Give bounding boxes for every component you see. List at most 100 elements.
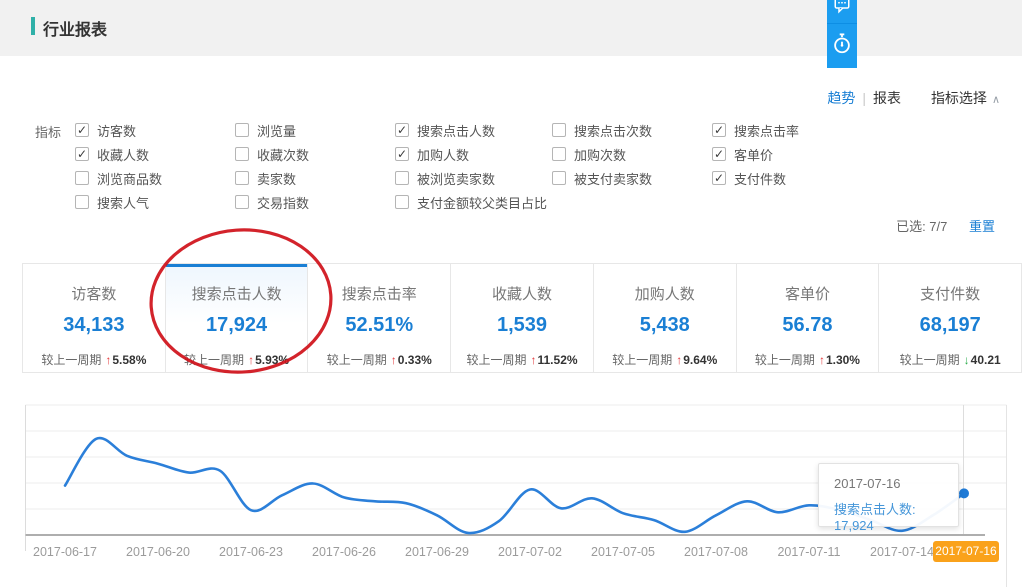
tab-report[interactable]: 报表	[873, 90, 901, 106]
compare-change: 1.30%	[826, 353, 860, 367]
view-switch-divider: |	[862, 90, 866, 106]
metric-checkbox-1-3[interactable]: 交易指数	[235, 193, 309, 211]
title-accent-bar	[31, 17, 35, 35]
card-compare: 较上一周期↑1.30%	[737, 351, 879, 368]
checkbox-label: 卖家数	[257, 169, 296, 188]
checkbox-label: 收藏次数	[257, 145, 309, 164]
checkbox-icon	[235, 171, 249, 185]
compare-label: 较上一周期	[184, 353, 244, 367]
metric-select-button[interactable]: 指标选择∧	[931, 90, 1000, 106]
compare-label: 较上一周期	[612, 353, 672, 367]
card-title: 访客数	[23, 283, 165, 304]
x-tick-9: 2017-07-14	[870, 545, 934, 559]
metric-checkbox-2-1[interactable]: ✓ 加购人数	[395, 145, 469, 163]
metric-checkbox-1-1[interactable]: 收藏次数	[235, 145, 309, 163]
checkbox-label: 被浏览卖家数	[417, 169, 495, 188]
checkbox-label: 搜索点击人数	[417, 121, 495, 140]
trend-arrow-icon: ↑	[248, 353, 254, 367]
x-tick-8: 2017-07-11	[777, 545, 840, 559]
feedback-button[interactable]	[827, 0, 857, 24]
trend-arrow-icon: ↓	[964, 353, 970, 367]
time-button[interactable]	[827, 24, 857, 68]
metric-checkbox-1-0[interactable]: 浏览量	[235, 121, 296, 139]
metric-checkbox-2-3[interactable]: 支付金额较父类目占比	[395, 193, 547, 211]
metric-card-5[interactable]: 客单价 56.78 较上一周期↑1.30%	[737, 264, 880, 372]
metric-checkbox-4-2[interactable]: ✓ 支付件数	[712, 169, 786, 187]
card-compare: 较上一周期↑0.33%	[308, 351, 450, 368]
page-title: 行业报表	[43, 16, 107, 40]
metric-cards-row: 访客数 34,133 较上一周期↑5.58% 搜索点击人数 17,924 较上一…	[22, 263, 1022, 373]
metric-checkbox-0-3[interactable]: 搜索人气	[75, 193, 149, 211]
metric-checkbox-3-1[interactable]: 加购次数	[552, 145, 626, 163]
checkbox-label: 加购人数	[417, 145, 469, 164]
checkbox-icon	[552, 171, 566, 185]
card-title: 搜索点击率	[308, 283, 450, 304]
checkbox-label: 搜索人气	[97, 193, 149, 212]
metrics-group-label: 指标	[35, 122, 61, 141]
metric-card-3[interactable]: 收藏人数 1,539 较上一周期↑11.52%	[451, 264, 594, 372]
selection-summary: 已选: 7/7 重置	[0, 216, 995, 235]
metric-checkbox-4-1[interactable]: ✓ 客单价	[712, 145, 773, 163]
metric-card-2[interactable]: 搜索点击率 52.51% 较上一周期↑0.33%	[308, 264, 451, 372]
compare-label: 较上一周期	[466, 353, 526, 367]
last-point-marker	[959, 488, 969, 498]
card-value: 56.78	[737, 314, 879, 337]
checkbox-label: 客单价	[734, 145, 773, 164]
card-title: 收藏人数	[451, 283, 593, 304]
checkbox-icon: ✓	[712, 123, 726, 137]
view-switch-row: 趋势 | 报表 指标选择∧	[0, 88, 1000, 108]
card-title: 客单价	[737, 283, 879, 304]
checkbox-icon	[235, 147, 249, 161]
metric-checkbox-1-2[interactable]: 卖家数	[235, 169, 296, 187]
metric-card-1[interactable]: 搜索点击人数 17,924 较上一周期↑5.93%	[166, 264, 309, 372]
checkbox-label: 支付件数	[734, 169, 786, 188]
card-value: 52.51%	[308, 314, 450, 337]
checkbox-icon: ✓	[75, 123, 89, 137]
card-title: 加购人数	[594, 283, 736, 304]
metric-checkbox-4-0[interactable]: ✓ 搜索点击率	[712, 121, 799, 139]
checkbox-label: 搜索点击率	[734, 121, 799, 140]
x-tick-3: 2017-06-26	[312, 545, 376, 559]
x-tick-5: 2017-07-02	[498, 545, 562, 559]
checkbox-icon	[395, 171, 409, 185]
compare-change: 9.64%	[683, 353, 717, 367]
checkbox-icon: ✓	[395, 147, 409, 161]
checkbox-icon	[75, 171, 89, 185]
card-title: 搜索点击人数	[166, 283, 308, 304]
card-value: 68,197	[879, 314, 1021, 337]
metric-checkbox-0-2[interactable]: 浏览商品数	[75, 169, 162, 187]
compare-change: 40.21	[971, 353, 1001, 367]
compare-label: 较上一周期	[900, 353, 960, 367]
trend-arrow-icon: ↑	[676, 353, 682, 367]
metric-checkbox-0-1[interactable]: ✓ 收藏人数	[75, 145, 149, 163]
metric-checkbox-2-0[interactable]: ✓ 搜索点击人数	[395, 121, 495, 139]
card-compare: 较上一周期↑5.93%	[166, 351, 308, 368]
tooltip-date: 2017-07-16	[834, 476, 958, 491]
metric-card-0[interactable]: 访客数 34,133 较上一周期↑5.58%	[22, 264, 166, 372]
checkbox-label: 访客数	[97, 121, 136, 140]
trend-arrow-icon: ↑	[105, 353, 111, 367]
card-compare: 较上一周期↑11.52%	[451, 351, 593, 368]
metric-checkbox-3-0[interactable]: 搜索点击次数	[552, 121, 652, 139]
metric-card-6[interactable]: 支付件数 68,197 较上一周期↓40.21	[879, 264, 1022, 372]
header-band: 行业报表	[0, 0, 1022, 56]
card-compare: 较上一周期 ↑9.64%	[594, 351, 736, 368]
reset-button[interactable]: 重置	[969, 219, 995, 234]
chart-tooltip: 2017-07-16 搜索点击人数: 17,924	[818, 463, 959, 527]
metric-checkbox-3-2[interactable]: 被支付卖家数	[552, 169, 652, 187]
metric-card-4[interactable]: 加购人数 5,438 较上一周期↑9.64%	[594, 264, 737, 372]
metric-checkbox-2-2[interactable]: 被浏览卖家数	[395, 169, 495, 187]
checkbox-icon: ✓	[395, 123, 409, 137]
selected-count: 已选: 7/7	[896, 219, 947, 234]
checkbox-label: 被支付卖家数	[574, 169, 652, 188]
tab-trend[interactable]: 趋势	[827, 90, 855, 106]
compare-label: 较上一周期	[41, 353, 101, 367]
highlighted-date-badge: 2017-07-16	[933, 541, 999, 562]
checkbox-label: 浏览量	[257, 121, 296, 140]
trend-arrow-icon: ↑	[391, 353, 397, 367]
trend-arrow-icon: ↑	[531, 353, 537, 367]
checkbox-label: 加购次数	[574, 145, 626, 164]
card-value: 17,924	[166, 314, 308, 337]
metric-checkbox-0-0[interactable]: ✓ 访客数	[75, 121, 136, 139]
industry-report-page: 行业报表 趋势 | 报表 指标选择∧ 指标	[0, 0, 1022, 587]
